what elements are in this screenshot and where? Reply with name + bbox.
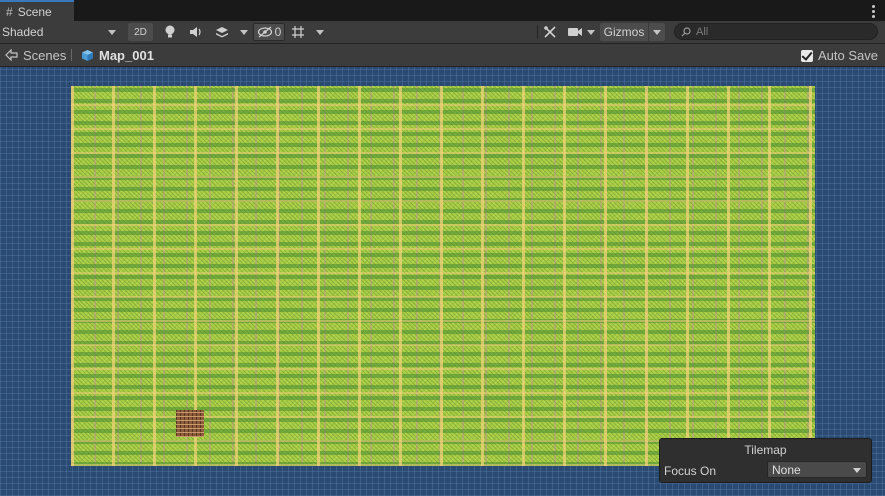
focus-on-dropdown[interactable]: None — [767, 461, 867, 478]
chevron-down-icon — [316, 29, 324, 35]
tab-scene-label: Scene — [17, 4, 52, 19]
chevron-down-icon — [853, 468, 861, 473]
gizmos-button[interactable]: Gizmos — [600, 23, 648, 41]
chevron-down-icon — [240, 29, 248, 35]
speaker-icon — [190, 27, 201, 37]
camera-settings-button[interactable] — [565, 21, 585, 43]
focus-on-label: Focus On — [664, 464, 717, 478]
effects-dropdown[interactable] — [238, 21, 250, 43]
tab-scene[interactable]: # Scene — [0, 0, 74, 21]
grid-toggle-button[interactable] — [288, 21, 308, 43]
effects-toggle-button[interactable] — [212, 21, 232, 43]
camera-icon — [568, 28, 582, 36]
tools-button[interactable] — [540, 21, 560, 43]
scene-toolbar: Shaded 2D 0 Gizmos All — [0, 21, 885, 44]
camera-dropdown[interactable] — [585, 21, 597, 43]
breadcrumb: Scenes Map_001 Auto Save — [0, 44, 885, 67]
breadcrumb-scenes[interactable]: Scenes — [5, 44, 66, 66]
shading-mode-dropdown[interactable]: Shaded — [2, 21, 120, 43]
breadcrumb-map-label: Map_001 — [99, 47, 154, 63]
toolbar-divider — [537, 25, 538, 39]
scene-visibility-toggle[interactable]: 0 — [253, 23, 285, 41]
chevron-down-icon — [108, 30, 116, 35]
back-arrow-icon — [5, 49, 18, 61]
more-options-icon[interactable] — [867, 3, 879, 19]
lighting-toggle-button[interactable] — [160, 21, 180, 43]
hidden-count: 0 — [274, 25, 282, 39]
shading-mode-label: Shaded — [2, 25, 44, 39]
chevron-down-icon — [587, 29, 595, 35]
eye-hidden-icon — [257, 26, 272, 38]
search-icon — [681, 26, 691, 36]
search-field[interactable]: All — [674, 23, 878, 40]
auto-save-checkbox[interactable] — [801, 49, 813, 62]
breadcrumb-scenes-label: Scenes — [23, 47, 67, 63]
overlay-title: Tilemap — [744, 443, 787, 457]
tile-sprite[interactable] — [176, 410, 204, 437]
tilemap-overlay: Tilemap Focus On None — [659, 438, 872, 483]
2d-mode-label: 2D — [134, 26, 147, 38]
2d-mode-button[interactable]: 2D — [128, 23, 153, 41]
breadcrumb-map[interactable]: Map_001 — [81, 44, 154, 66]
cube-icon — [82, 49, 93, 61]
lightbulb-icon — [165, 25, 175, 38]
grid-icon — [292, 26, 304, 38]
search-placeholder: All — [696, 25, 709, 38]
gizmos-label: Gizmos — [603, 25, 645, 39]
grid-hash-icon: # — [6, 4, 13, 19]
layers-icon — [216, 27, 228, 38]
gizmos-dropdown[interactable] — [649, 23, 665, 41]
scene-viewport[interactable] — [0, 67, 885, 496]
breadcrumb-separator — [71, 49, 72, 61]
tools-icon — [544, 26, 556, 38]
tab-bar: # Scene — [0, 0, 885, 22]
chevron-down-icon — [653, 29, 661, 35]
focus-on-value: None — [772, 462, 801, 477]
grid-dropdown[interactable] — [313, 21, 327, 43]
audio-toggle-button[interactable] — [186, 21, 206, 43]
auto-save-toggle[interactable]: Auto Save — [801, 48, 878, 63]
tilemap-grass[interactable] — [71, 86, 815, 466]
auto-save-label: Auto Save — [818, 48, 878, 63]
